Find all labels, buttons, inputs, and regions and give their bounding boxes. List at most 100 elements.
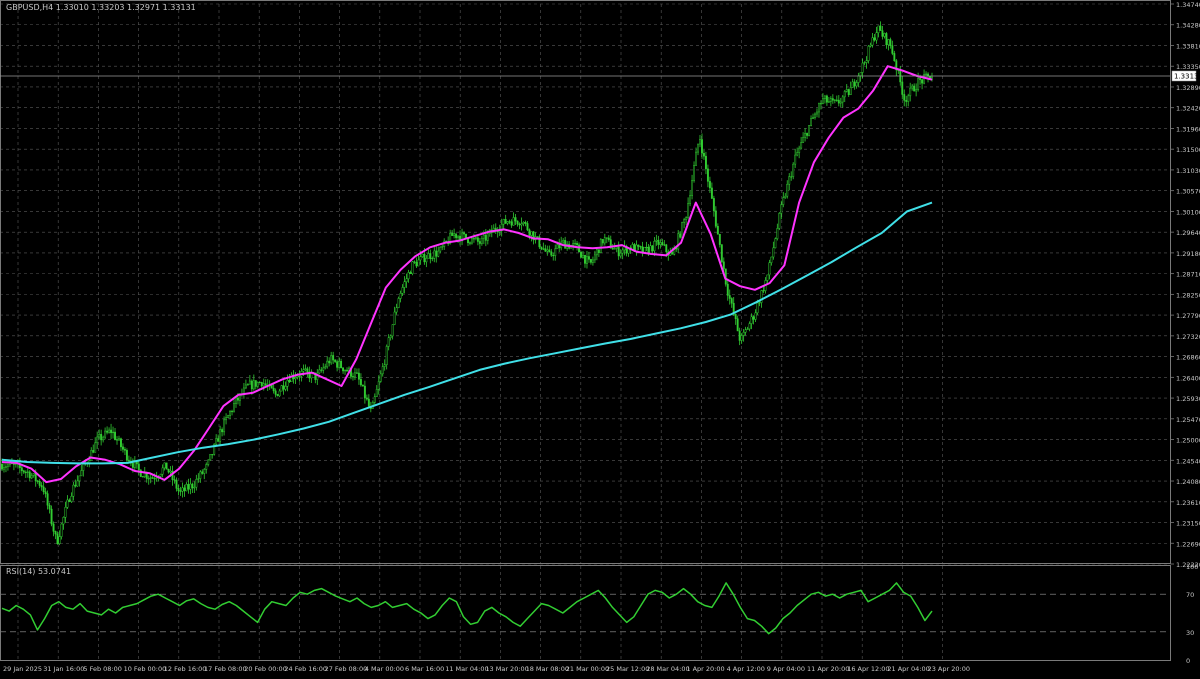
candle-body [22,470,25,473]
candle-body [665,244,668,253]
time-tick-label: 25 Mar 12:00 [606,665,649,673]
candle-body [659,242,662,245]
candle-body [766,274,769,281]
candle-body [159,473,162,477]
candle-body [110,429,113,434]
candle-body [264,383,267,386]
candle-body [679,233,682,238]
candle-body [320,369,323,371]
candle-body [385,346,388,366]
candle-body [100,434,103,441]
candle-body [875,32,878,41]
candle-body [820,103,822,105]
candle-body [375,389,378,397]
candle-body [695,151,697,166]
candle-body [883,33,886,37]
candle-body [32,473,35,476]
candle-body [703,153,705,157]
candle-body [526,223,529,231]
candle-body [701,139,703,154]
candle-body [582,254,584,258]
candle-body [619,252,622,257]
candle-body [716,225,719,235]
candle-body [871,37,874,46]
candle-body [482,234,485,239]
chart-window[interactable]: 1.34740 1.34280 1.33810 1.33350 1.32890 1.324… [0,0,1200,675]
candle-body [280,385,283,392]
candle-body [193,486,196,489]
candle-body [889,39,892,46]
candle-body [233,403,235,412]
candle-body [276,394,279,397]
rsi-tick-label: 70 [1186,591,1194,599]
candle-body [227,415,230,418]
time-tick-label: 1 Apr 20:00 [686,665,724,673]
candle-body [288,379,291,382]
candle-body [786,183,789,197]
time-tick-label: 24 Feb 16:00 [284,665,327,673]
candle-body [887,39,890,46]
candle-body [189,483,192,490]
candle-body [415,261,418,267]
candle-body [903,94,906,101]
candle-body [254,380,257,387]
candle-body [26,471,29,473]
candle-body [40,485,43,488]
time-tick-label: 28 Mar 04:00 [646,665,689,673]
candle-body [869,44,872,47]
candle-body [149,477,152,479]
candle-body [429,253,432,259]
candle-body [504,218,507,224]
candle-body [80,470,83,477]
candle-body [361,384,364,387]
candle-body [808,125,811,136]
candle-body [823,95,826,99]
candle-body [518,223,521,226]
candle-body [306,368,309,373]
candle-body [754,312,757,320]
candle-body [435,250,438,257]
candle-body [397,298,400,308]
candle-body [839,101,842,104]
candle-body [340,361,343,368]
candle-body [772,247,775,258]
candle-body [151,477,154,479]
candle-body [1,464,3,470]
candle-body [516,220,519,225]
candle-body [373,396,376,403]
candle-body [332,355,335,361]
candle-body [905,100,908,102]
candle-body [853,81,856,87]
candle-body [282,385,285,390]
candle-body [522,222,525,224]
candle-body [788,176,791,185]
candle-body [472,238,475,240]
time-tick-label: 20 Feb 00:00 [244,665,287,673]
candle-body [502,218,505,225]
candle-body [546,249,549,252]
candle-body [586,256,588,264]
price-tick-label: 1.24080 [1176,478,1200,486]
candle-body [237,397,239,401]
main-grid [0,3,1170,565]
candle-body [163,462,166,469]
candle-body [133,461,136,468]
candle-body [42,486,45,492]
candle-body [123,449,126,451]
candle-body [818,103,820,113]
candle-body [827,101,830,103]
price-tick-label: 1.33810 [1176,42,1200,50]
candle-body [915,89,918,92]
price-tick-label: 1.31960 [1176,125,1200,133]
candle-body [98,434,101,438]
candle-body [131,463,134,468]
candle-body [663,244,666,246]
candle-body [223,419,226,433]
candle-body [173,479,176,481]
candle-body [829,98,832,102]
candle-body [125,450,128,461]
candle-body [550,251,553,256]
price-chart-canvas[interactable]: 1.34740 1.34280 1.33810 1.33350 1.32890 1.324… [0,0,1200,675]
candle-body [776,228,779,239]
candle-body [28,471,31,479]
